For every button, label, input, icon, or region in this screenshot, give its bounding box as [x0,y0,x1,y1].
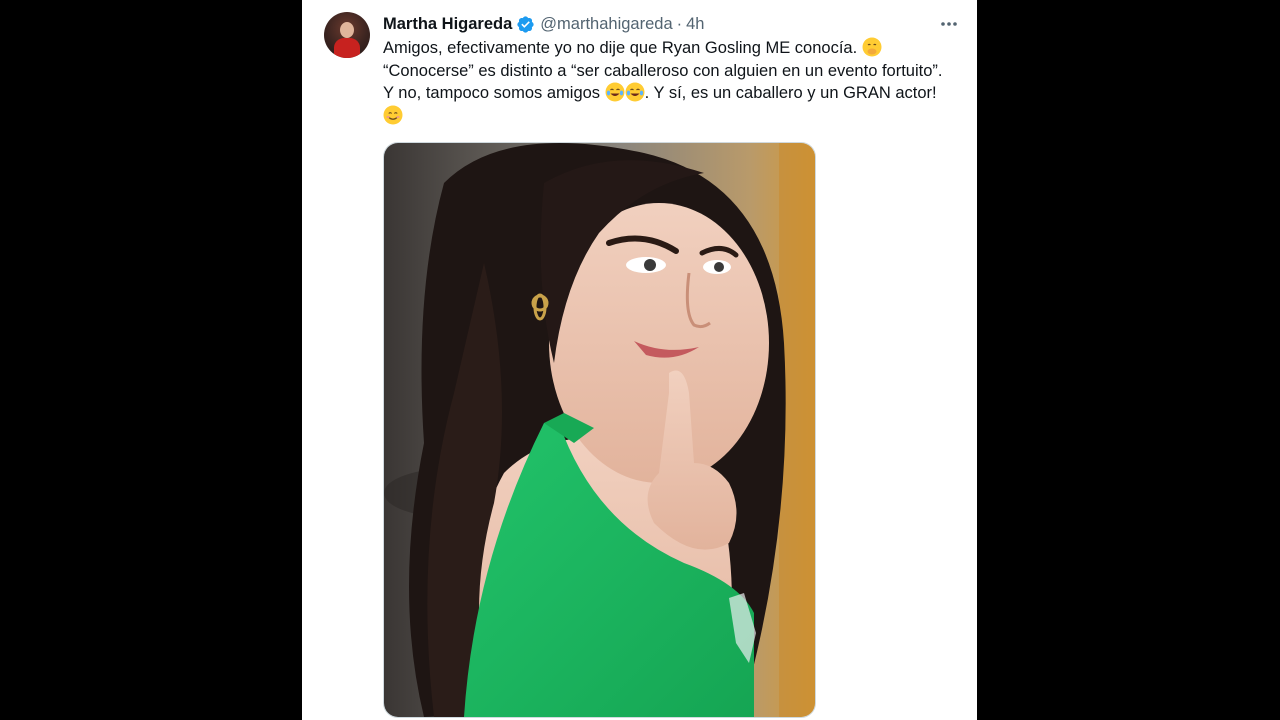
tweet-line-1: Amigos, efectivamente yo no dije que Rya… [383,39,858,57]
more-options-icon[interactable] [939,14,959,34]
author-handle[interactable]: @marthahigareda [540,15,672,34]
tweet-time[interactable]: 4h [686,15,704,34]
avatar[interactable] [324,12,370,58]
author-name[interactable]: Martha Higareda [383,15,512,34]
face-with-tears-of-joy-icon [625,82,645,102]
avatar-dress [334,38,360,58]
separator-dot: · [676,14,683,33]
face-with-hand-over-mouth-icon [862,37,882,57]
avatar-face [340,22,354,38]
tweet-card: Martha Higareda @marthahigareda · 4h Ami… [302,0,977,720]
face-with-tears-of-joy-icon [605,82,625,102]
tweet-paragraph: Amigos, efectivamente yo no dije que Rya… [383,37,943,127]
tweet-photo[interactable] [383,142,816,718]
photo-illustration [384,143,815,717]
smiling-face-icon [383,105,403,124]
verified-icon [517,15,534,33]
tweet-text: Amigos, efectivamente yo no dije que Rya… [383,37,943,127]
tweet-line-3: . Y sí, es un caballero y un GRAN actor! [644,84,937,102]
tweet-header: Martha Higareda @marthahigareda · 4h [383,13,704,35]
